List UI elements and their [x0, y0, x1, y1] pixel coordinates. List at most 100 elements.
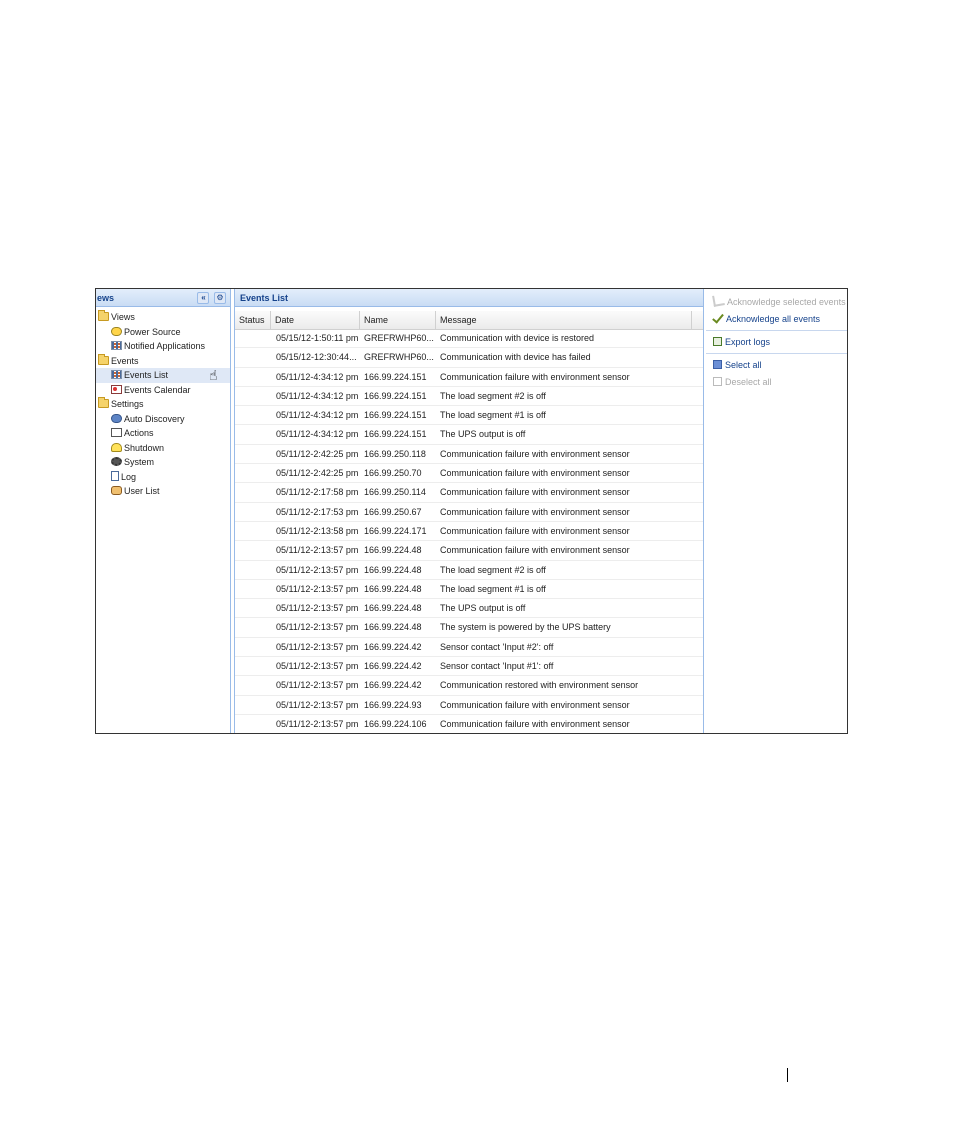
name-cell: 166.99.224.42	[364, 661, 422, 672]
grid-icon	[111, 370, 122, 379]
export-logs-action[interactable]: Export logs	[706, 334, 847, 351]
tree-item-label: Settings	[111, 399, 144, 409]
date-cell: 05/11/12-2:17:53 pm	[276, 506, 359, 517]
message-cell: The load segment #2 is off	[440, 564, 546, 575]
name-cell: GREFRWHP60...	[364, 352, 434, 363]
tree-item-auto-discovery[interactable]: Auto Discovery	[96, 412, 230, 427]
table-row[interactable]: !05/11/12-2:13:57 pm166.99.224.48The sys…	[235, 618, 703, 638]
select-all-action[interactable]: Select all	[706, 357, 847, 374]
name-cell: 166.99.224.93	[364, 699, 422, 710]
tree-item-views[interactable]: Views	[96, 310, 230, 325]
column-header-name[interactable]: Name	[360, 311, 436, 329]
tree-item-events-calendar[interactable]: Events Calendar	[96, 383, 230, 398]
date-cell: 05/11/12-2:13:57 pm	[276, 545, 359, 556]
table-row[interactable]: !05/11/12-4:34:12 pm166.99.224.151The lo…	[235, 387, 703, 407]
tree-item-label: Views	[111, 312, 135, 322]
actions-icon	[111, 428, 122, 437]
deselect-all-icon	[713, 377, 722, 386]
message-cell: Communication restored with environment …	[440, 680, 639, 691]
name-cell: 166.99.224.48	[364, 564, 422, 575]
name-cell: 166.99.224.171	[364, 525, 427, 536]
tree-item-settings[interactable]: Settings	[96, 397, 230, 412]
settings-icon[interactable]: ⚙	[214, 292, 226, 304]
name-cell: 166.99.224.151	[364, 429, 427, 440]
message-cell: Communication failure with environment s…	[440, 545, 630, 556]
action-label: Export logs	[725, 337, 771, 347]
table-row[interactable]: ✓05/11/12-4:34:12 pm166.99.224.151Commun…	[235, 368, 703, 387]
message-cell: Communication failure with environment s…	[440, 487, 630, 498]
views-panel-title: ews	[97, 293, 115, 303]
table-row[interactable]: !05/11/12-2:13:57 pm166.99.224.48The UPS…	[235, 599, 703, 619]
table-row[interactable]: !05/11/12-2:13:57 pm166.99.224.48The loa…	[235, 561, 703, 580]
tree-item-power-source[interactable]: Power Source	[96, 325, 230, 340]
message-cell: Communication failure with environment s…	[440, 468, 630, 479]
message-cell: The load segment #1 is off	[440, 410, 546, 421]
acknowledge-all-events-action[interactable]: Acknowledge all events	[706, 311, 847, 328]
name-cell: 166.99.224.48	[364, 603, 422, 614]
date-cell: 05/11/12-2:13:57 pm	[276, 680, 359, 691]
collapse-icon[interactable]: «	[197, 292, 210, 304]
table-row[interactable]: !05/11/12-4:34:12 pm166.99.224.151The UP…	[235, 425, 703, 445]
tree-item-label: Shutdown	[124, 442, 165, 453]
table-row[interactable]: ✕05/15/12-12:30:44...GREFRWHP60...Commun…	[235, 348, 703, 368]
tree-item-log[interactable]: Log	[96, 470, 230, 485]
date-cell: 05/11/12-2:13:57 pm	[276, 564, 359, 575]
table-row[interactable]: ✓05/11/12-2:13:57 pm166.99.224.42Communi…	[235, 676, 703, 696]
table-row[interactable]: ✓05/11/12-2:42:25 pm166.99.250.118Commun…	[235, 445, 703, 465]
tree-item-shutdown[interactable]: Shutdown	[96, 441, 230, 456]
tree-item-label: Events Calendar	[124, 384, 191, 395]
table-row[interactable]: ✓05/11/12-2:17:53 pm166.99.250.67Communi…	[235, 503, 703, 522]
table-row[interactable]: ✓05/11/12-2:13:57 pm166.99.224.93Communi…	[235, 696, 703, 715]
name-cell: 166.99.224.151	[364, 390, 427, 401]
folder-icon	[98, 353, 109, 365]
table-row[interactable]: ✓05/11/12-2:13:57 pm166.99.224.42Sensor …	[235, 657, 703, 677]
date-cell: 05/11/12-2:13:58 pm	[276, 525, 359, 536]
export-icon	[713, 337, 722, 346]
column-header-message[interactable]: Message	[436, 311, 692, 329]
tree-item-events-list[interactable]: Events List ☝	[96, 368, 230, 383]
date-cell: 05/15/12-12:30:44...	[276, 352, 357, 363]
tree-item-notified-applications[interactable]: Notified Applications	[96, 339, 230, 354]
column-header-status[interactable]: Status	[235, 311, 271, 329]
message-cell: Communication with device is restored	[440, 333, 595, 343]
name-cell: 166.99.250.70	[364, 468, 422, 479]
message-cell: Communication failure with environment s…	[440, 448, 630, 459]
deselect-all-action: Deselect all	[706, 374, 847, 391]
action-label: Deselect all	[725, 377, 772, 387]
tree-item-system[interactable]: System	[96, 455, 230, 470]
table-row[interactable]: ✓05/11/12-2:13:57 pm166.99.224.48Communi…	[235, 541, 703, 561]
table-row[interactable]: ✓05/11/12-2:13:57 pm166.99.224.106Commun…	[235, 715, 703, 733]
table-row[interactable]: !05/11/12-2:13:57 pm166.99.224.48The loa…	[235, 580, 703, 600]
discovery-icon	[111, 413, 122, 423]
date-cell: 05/11/12-4:34:12 pm	[276, 429, 359, 440]
message-cell: The UPS output is off	[440, 429, 526, 440]
name-cell: 166.99.224.48	[364, 583, 422, 594]
tree-item-label: System	[124, 457, 155, 467]
table-row[interactable]: ✓05/15/12-1:50:11 pmGREFRWHP60...Communi…	[235, 329, 703, 349]
date-cell: 05/11/12-4:34:12 pm	[276, 390, 359, 401]
message-cell: Communication failure with environment s…	[440, 371, 630, 382]
folder-icon	[98, 310, 109, 321]
hand-pointer-icon: ☝	[209, 367, 218, 383]
tree-item-label: Auto Discovery	[124, 413, 185, 424]
name-cell: 166.99.250.118	[364, 448, 426, 459]
tree-item-label: Actions	[124, 428, 154, 438]
tree-item-actions[interactable]: Actions	[96, 426, 230, 441]
events-list-title: Events List	[240, 293, 289, 303]
column-header-date[interactable]: Date	[271, 311, 360, 329]
tree-item-user-list[interactable]: User List	[96, 484, 230, 499]
tree-item-label: Log	[121, 471, 137, 482]
table-row[interactable]: ✓05/11/12-2:13:58 pm166.99.224.171Commun…	[235, 522, 703, 542]
name-cell: 166.99.224.42	[364, 641, 422, 652]
tree-item-label: Events List	[124, 370, 169, 380]
table-row[interactable]: !05/11/12-4:34:12 pm166.99.224.151The lo…	[235, 406, 703, 426]
table-row[interactable]: ✓05/11/12-2:13:57 pm166.99.224.42Sensor …	[235, 638, 703, 658]
log-icon	[111, 470, 119, 481]
table-row[interactable]: ✓05/11/12-2:42:25 pm166.99.250.70Communi…	[235, 464, 703, 484]
table-row[interactable]: ✓05/11/12-2:17:58 pm166.99.250.114Commun…	[235, 483, 703, 503]
tree-item-label: Power Source	[124, 326, 181, 337]
tree-item-events[interactable]: Events	[96, 353, 230, 369]
name-cell: 166.99.224.151	[364, 410, 427, 421]
message-cell: The UPS output is off	[440, 603, 526, 614]
message-cell: The load segment #2 is off	[440, 390, 546, 401]
